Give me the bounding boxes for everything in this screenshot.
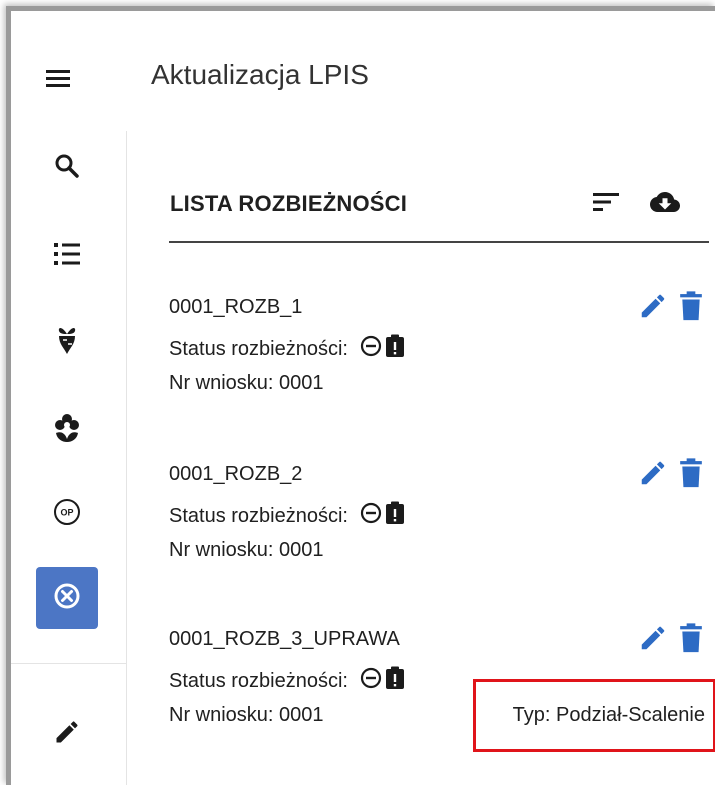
item-status: Status rozbieżności: [169, 666, 405, 696]
item-application-number: Nr wniosku: 0001 [169, 704, 324, 726]
status-label: Status rozbieżności: [169, 504, 348, 527]
minus-circle-icon [360, 667, 382, 695]
trash-icon[interactable] [678, 457, 704, 489]
item-actions [638, 622, 704, 654]
list-item[interactable]: 0001_ROZB_2 Status rozbieżności: Nr wnio… [169, 458, 714, 583]
search-icon [53, 152, 81, 185]
flower-icon [53, 413, 81, 448]
op-badge-icon: OP [52, 497, 82, 532]
item-application-number: Nr wniosku: 0001 [169, 372, 324, 394]
list-title: LISTA ROZBIEŻNOŚCI [170, 191, 408, 216]
close-circle-icon [52, 581, 82, 616]
header-divider [169, 241, 709, 243]
sidebar-item-op[interactable]: OP [36, 483, 98, 545]
sidebar-item-plants[interactable] [36, 399, 98, 461]
sidebar-item-search[interactable] [36, 137, 98, 199]
status-label: Status rozbieżności: [169, 669, 348, 692]
clipboard-alert-icon [385, 666, 405, 696]
clipboard-alert-icon [385, 334, 405, 364]
trash-icon[interactable] [678, 622, 704, 654]
list-item[interactable]: 0001_ROZB_1 Status rozbieżności: Nr wnio… [169, 291, 714, 416]
menu-button[interactable] [41, 63, 75, 93]
sidebar: OP [11, 131, 127, 785]
list-icon [52, 241, 82, 272]
menu-icon [41, 70, 75, 97]
sidebar-item-list[interactable] [36, 225, 98, 287]
list-toolbar [591, 187, 685, 222]
beet-icon [54, 324, 80, 361]
svg-text:OP: OP [60, 507, 73, 517]
item-actions [638, 290, 704, 322]
pencil-icon [53, 718, 81, 751]
edit-icon[interactable] [638, 623, 668, 653]
edit-icon[interactable] [638, 291, 668, 321]
app-title: Aktualizacja LPIS [151, 59, 369, 90]
clipboard-alert-icon [385, 501, 405, 531]
item-actions [638, 457, 704, 489]
item-type-label: Typ: Podział-Scalenie [512, 704, 705, 726]
minus-circle-icon [360, 335, 382, 363]
item-application-number: Nr wniosku: 0001 [169, 539, 324, 561]
sidebar-item-edit[interactable] [36, 703, 98, 765]
sidebar-item-discrepancies[interactable] [36, 567, 98, 629]
item-status: Status rozbieżności: [169, 334, 405, 364]
sort-icon[interactable] [591, 189, 621, 220]
sidebar-item-crops[interactable] [36, 311, 98, 373]
type-highlight-box: Typ: Podział-Scalenie [473, 679, 715, 752]
status-label: Status rozbieżności: [169, 337, 348, 360]
edit-icon[interactable] [638, 458, 668, 488]
item-name: 0001_ROZB_1 [169, 296, 303, 318]
item-name: 0001_ROZB_2 [169, 463, 303, 485]
minus-circle-icon [360, 502, 382, 530]
trash-icon[interactable] [678, 290, 704, 322]
item-status: Status rozbieżności: [169, 501, 405, 531]
app-window: Aktualizacja LPIS OP LISTA ROZBIEŻNOŚCI … [6, 6, 715, 785]
sidebar-divider [11, 663, 127, 664]
item-name: 0001_ROZB_3_UPRAWA [169, 628, 400, 650]
cloud-download-icon[interactable] [645, 187, 685, 222]
